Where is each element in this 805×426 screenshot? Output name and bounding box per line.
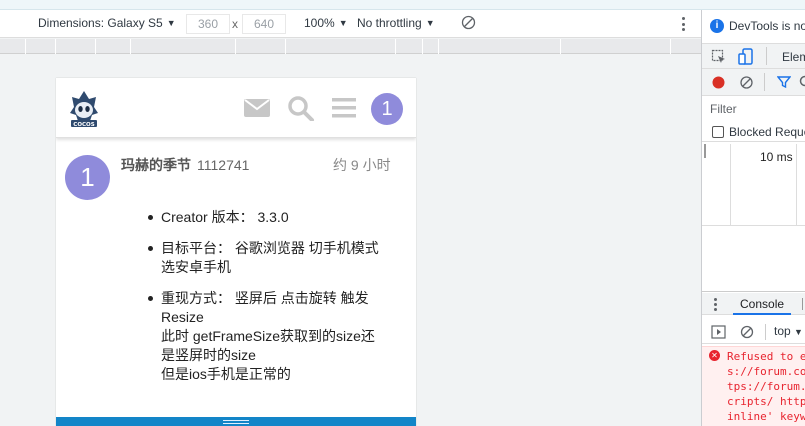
throttling-label: No throttling xyxy=(357,16,422,30)
height-input[interactable]: 640 xyxy=(242,14,286,34)
list-item-line: 是竖屏时的size xyxy=(161,347,256,363)
error-icon: ✕ xyxy=(709,350,720,361)
inspect-element-icon[interactable] xyxy=(711,49,727,65)
error-line[interactable]: cripts/ http xyxy=(727,395,805,408)
device-toggle-icon[interactable] xyxy=(738,48,754,66)
blocked-requests-toggle[interactable]: Blocked Reque xyxy=(702,122,805,142)
list-item-line: 目标平台： 谷歌浏览器 切手机模式 xyxy=(161,240,379,256)
zoom-dropdown[interactable]: 100% ▼ xyxy=(304,16,348,30)
devtools-info-bar: i DevTools is no xyxy=(702,15,805,37)
device-toolbar: Dimensions: Galaxy S5 ▼ 360 x 640 100% ▼… xyxy=(0,10,701,38)
request-list[interactable] xyxy=(702,226,805,292)
filter-input[interactable]: Filter xyxy=(702,98,805,120)
post-body: Creator 版本： 3.3.0 目标平台： 谷歌浏览器 切手机模式 选安卓手… xyxy=(148,208,406,396)
cocos-logo-icon[interactable]: COCOS xyxy=(68,89,100,129)
clear-console-icon[interactable] xyxy=(740,325,754,339)
context-select[interactable]: top ▼ xyxy=(774,324,803,338)
list-item: Creator 版本： 3.3.0 xyxy=(148,208,406,227)
site-header: COCOS 1 xyxy=(56,78,416,138)
blocked-requests-label: Blocked Reque xyxy=(729,124,805,139)
user-avatar[interactable]: 1 xyxy=(371,93,403,125)
post-time[interactable]: 约 9 小时 xyxy=(333,155,391,175)
list-item: 重现方式： 竖屏后 点击旋转 触发 Resize 此时 getFrameSize… xyxy=(148,289,406,384)
list-item-line: 重现方式： 竖屏后 点击旋转 触发 xyxy=(161,290,369,306)
timing-label: 10 ms xyxy=(760,150,793,164)
width-input[interactable]: 360 xyxy=(186,14,230,34)
toolbar-divider xyxy=(765,324,766,340)
caret-down-icon: ▼ xyxy=(166,18,176,28)
tab-elements[interactable]: Elem xyxy=(782,50,805,64)
tab-console[interactable]: Console xyxy=(733,293,792,315)
record-icon[interactable] xyxy=(712,76,725,89)
clear-icon[interactable] xyxy=(740,76,753,89)
timeline-marker xyxy=(704,144,706,158)
filter-icon[interactable] xyxy=(777,75,791,89)
logo-text: COCOS xyxy=(73,122,94,128)
post-author-avatar[interactable]: 1 xyxy=(65,155,110,200)
post-username[interactable]: 玛赫的季节 xyxy=(121,157,191,173)
dimensions-dropdown[interactable]: Dimensions: Galaxy S5 ▼ xyxy=(38,16,176,30)
mail-icon[interactable] xyxy=(243,95,271,121)
device-screen: COCOS 1 1 玛赫的季节 1112741 约 9 小时 Creator 版本… xyxy=(56,78,416,426)
devtools-info-text: DevTools is no xyxy=(729,19,805,33)
browser-top-strip xyxy=(0,0,805,10)
tab-divider xyxy=(802,298,803,310)
list-item-line: 但是ios手机是正常的 xyxy=(161,366,291,382)
media-query-ruler[interactable] xyxy=(0,39,701,54)
list-item-line: 选安卓手机 xyxy=(161,259,231,275)
grid-line xyxy=(796,144,797,226)
drawer-tabbar: Console xyxy=(702,293,805,315)
rotate-disabled-icon xyxy=(461,15,476,30)
network-overview[interactable]: 10 ms xyxy=(702,144,805,226)
show-sidebar-icon[interactable] xyxy=(711,325,726,339)
search-icon[interactable] xyxy=(287,95,315,121)
caret-down-icon: ▼ xyxy=(794,327,803,337)
list-item-line: 此时 getFrameSize获取到的size还 xyxy=(161,328,375,344)
error-line: inline' keyw xyxy=(727,410,805,423)
search-icon[interactable] xyxy=(799,75,805,89)
console-error-message[interactable]: ✕ Refused to e s://forum.co tps://forum.… xyxy=(702,346,805,426)
list-item-line: Resize xyxy=(161,309,204,325)
grip-icon xyxy=(223,420,249,424)
rotate-button[interactable] xyxy=(461,15,476,30)
toolbar-divider xyxy=(764,73,765,91)
context-select-label: top xyxy=(774,324,791,338)
console-toolbar: top ▼ xyxy=(702,320,805,344)
caret-down-icon: ▼ xyxy=(338,18,348,28)
throttling-dropdown[interactable]: No throttling ▼ xyxy=(357,16,435,30)
post-list: Creator 版本： 3.3.0 目标平台： 谷歌浏览器 切手机模式 选安卓手… xyxy=(148,208,406,384)
blocked-requests-checkbox[interactable] xyxy=(712,125,724,138)
caret-down-icon: ▼ xyxy=(425,18,435,28)
error-line: Refused to e xyxy=(727,350,805,363)
devtools-panel: i DevTools is no Elem Filter xyxy=(701,10,805,426)
zoom-label: 100% xyxy=(304,16,335,30)
devtools-tabbar: Elem xyxy=(702,43,805,69)
tab-divider xyxy=(766,47,767,65)
error-line[interactable]: tps://forum. xyxy=(727,380,805,393)
list-item-line: Creator 版本： 3.3.0 xyxy=(161,209,289,225)
info-icon: i xyxy=(710,19,724,33)
drawer-menu-icon[interactable] xyxy=(714,298,717,311)
post-author: 玛赫的季节 1112741 xyxy=(121,155,249,175)
network-toolbar xyxy=(702,69,805,96)
dimensions-separator: x xyxy=(232,17,238,31)
error-line[interactable]: s://forum.co xyxy=(727,365,805,378)
dimensions-label: Dimensions: Galaxy S5 xyxy=(38,16,163,30)
list-item: 目标平台： 谷歌浏览器 切手机模式 选安卓手机 xyxy=(148,239,406,277)
more-options-icon[interactable] xyxy=(678,15,688,33)
menu-icon[interactable] xyxy=(330,95,358,121)
post-user-id: 1112741 xyxy=(197,157,250,173)
bottom-progress-bar[interactable] xyxy=(56,417,416,426)
grid-line xyxy=(730,144,731,226)
